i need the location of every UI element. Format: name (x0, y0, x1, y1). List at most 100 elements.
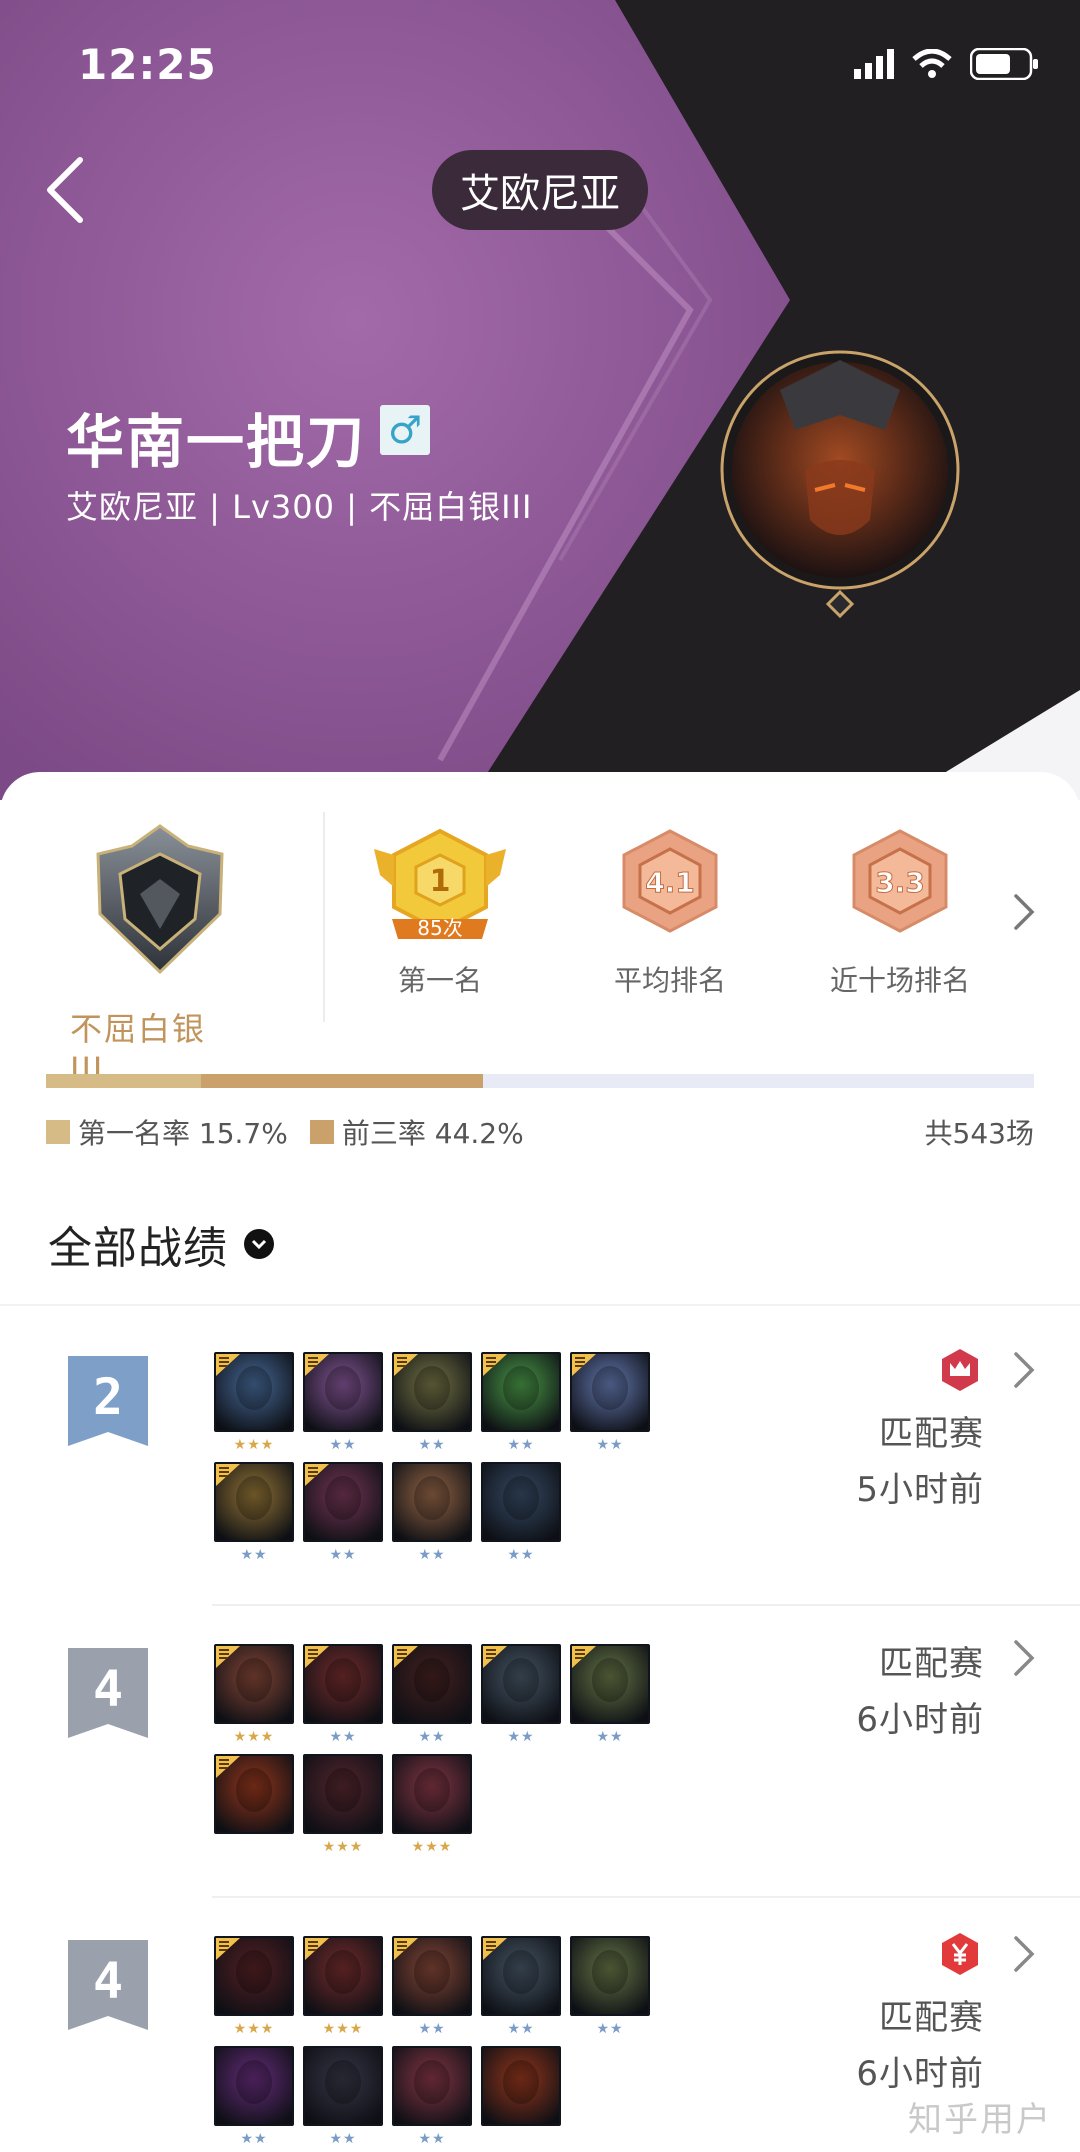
champion-portrait (481, 1644, 561, 1724)
champion-portrait (303, 1462, 383, 1542)
champion-unit[interactable]: ★★★ (303, 1754, 383, 1858)
champion-portrait (214, 1754, 294, 1834)
silver-rank-emblem-icon (96, 824, 224, 974)
match-history-filter[interactable]: 全部战绩 (48, 1212, 274, 1276)
champion-unit[interactable]: ★★ (481, 1352, 561, 1456)
placement-badge: 2 (68, 1356, 148, 1446)
star-level-icon: ★★ (329, 2131, 357, 2147)
placement-number: 4 (93, 1952, 123, 2010)
star-level-icon: ★★ (418, 2131, 446, 2147)
champion-portrait (214, 1644, 294, 1724)
player-name: 华南一把刀 (66, 408, 367, 476)
status-icons (854, 48, 1040, 80)
champion-unit[interactable]: ★★ (214, 2046, 294, 2150)
champion-portrait (214, 1352, 294, 1432)
match-time: 5小时前 (856, 1470, 984, 1510)
star-level-icon: ★★ (329, 1729, 357, 1745)
placement-badge: 4 (68, 1648, 148, 1738)
stat-recent-ten-rank[interactable]: 3.3 近十场排名 (810, 827, 990, 999)
champion-unit[interactable]: ★★ (570, 1936, 650, 2040)
stat-average-rank[interactable]: 4.1 平均排名 (580, 827, 760, 999)
champion-unit[interactable]: ★★ (303, 1644, 383, 1748)
star-level-icon: ★★ (596, 1729, 624, 1745)
back-button[interactable] (40, 150, 100, 230)
champion-unit[interactable] (214, 1754, 294, 1858)
star-level-icon: ★★ (240, 1547, 268, 1563)
top-three-rate-fill (201, 1074, 483, 1088)
champion-unit[interactable]: ★★ (570, 1352, 650, 1456)
chevron-down-icon (244, 1229, 274, 1259)
first-place-badge-value: 1 (430, 864, 451, 899)
profile-hero: 12:25 艾欧尼亚 华南一把刀 ♂ 艾欧尼亚 | Lv300 | 不屈白银II… (0, 0, 1080, 800)
star-level-icon: ★★★ (411, 1839, 453, 1855)
champion-portrait (570, 1352, 650, 1432)
champion-unit[interactable]: ★★ (392, 2046, 472, 2150)
chevron-right-icon[interactable] (1012, 1934, 1036, 1974)
champion-unit[interactable]: ★★ (481, 1936, 561, 2040)
player-subtitle: 艾欧尼亚 | Lv300 | 不屈白银III (66, 488, 533, 526)
player-avatar[interactable] (720, 320, 960, 620)
row-divider (212, 1604, 1080, 1606)
star-level-icon: ★★ (507, 2021, 535, 2037)
region-selector[interactable]: 艾欧尼亚 (432, 150, 648, 230)
watermark-text: 知乎用户 (908, 2100, 1052, 2140)
champion-unit[interactable]: ★★ (303, 1352, 383, 1456)
champion-portrait (303, 2046, 383, 2126)
champion-unit[interactable]: ★★ (392, 1936, 472, 2040)
stat-first-place[interactable]: 1 85次 第一名 (350, 827, 530, 999)
champion-unit[interactable]: ★★ (392, 1644, 472, 1748)
champion-unit[interactable]: ★★ (481, 1644, 561, 1748)
stat-label: 第一名 (397, 964, 482, 997)
champion-unit[interactable]: ★★★ (214, 1644, 294, 1748)
match-time: 6小时前 (856, 1700, 984, 1740)
champion-portrait (303, 1754, 383, 1834)
champion-unit[interactable]: ★★★ (392, 1754, 472, 1858)
champion-unit[interactable]: ★★★ (214, 1352, 294, 1456)
battery-icon (970, 48, 1038, 80)
star-level-icon: ★★★ (322, 2021, 364, 2037)
chevron-right-icon[interactable] (1012, 1638, 1036, 1678)
champion-unit[interactable]: ★★ (303, 1462, 383, 1566)
champion-unit[interactable]: ★★★ (214, 1936, 294, 2040)
star-level-icon: ★★ (418, 1437, 446, 1453)
champion-unit[interactable]: ★★★ (303, 1936, 383, 2040)
star-level-icon: ★★ (507, 1729, 535, 1745)
top3-rate-label: 前三率 44.2% (341, 1117, 524, 1150)
champion-unit[interactable]: ★★ (214, 1462, 294, 1566)
star-level-icon: ★★ (596, 2021, 624, 2037)
placement-number: 4 (93, 1660, 123, 1718)
star-level-icon: ★★ (240, 2131, 268, 2147)
champion-portrait (481, 1462, 561, 1542)
star-level-icon: ★★★ (233, 1729, 275, 1745)
rate-legend: 第一名率 15.7% 前三率 44.2% (46, 1112, 524, 1152)
chevron-right-icon[interactable] (1012, 1350, 1036, 1390)
match-row[interactable]: 2 ★★★ ★★ ★★ ★★ ★★ ★★ ★★ ★★ ★★ 匹配赛 5小时前 (0, 1316, 1080, 1606)
currency-hexagon-icon (942, 1933, 978, 1975)
champion-unit[interactable]: ★★ (392, 1462, 472, 1566)
row-divider (212, 1896, 1080, 1898)
crown-hexagon-icon (942, 1349, 978, 1391)
match-row[interactable]: 4 ★★★ ★★ ★★ ★★ ★★ ★★★ ★★★ 匹配赛 6小时前 (0, 1608, 1080, 1898)
champion-unit[interactable]: ★★ (303, 2046, 383, 2150)
section-divider (0, 1304, 1080, 1306)
champion-portrait (392, 1936, 472, 2016)
champion-portrait (392, 2046, 472, 2126)
first-place-count: 85次 (417, 916, 462, 940)
champion-portrait (303, 1352, 383, 1432)
stats-card: 不屈白银 III 1 85次 第一名 4.1 平均排名 3.3 近十场排名 第一… (0, 772, 1080, 2152)
champion-portrait (570, 1644, 650, 1724)
champion-portrait (392, 1352, 472, 1432)
match-mode: 匹配赛 (879, 1644, 984, 1684)
match-mode: 匹配赛 (879, 1998, 984, 2038)
champion-unit[interactable]: ★★ (481, 1462, 561, 1566)
star-level-icon: ★★★ (233, 1437, 275, 1453)
star-level-icon: ★★★ (233, 2021, 275, 2037)
champion-unit[interactable]: ★★ (392, 1352, 472, 1456)
stat-label: 近十场排名 (829, 964, 970, 997)
champion-unit[interactable]: ★★ (570, 1644, 650, 1748)
vertical-divider (323, 812, 325, 1022)
chevron-right-icon[interactable] (1012, 892, 1036, 932)
champion-unit[interactable] (481, 2046, 561, 2150)
status-time: 12:25 (78, 40, 217, 89)
first-rate-swatch (46, 1120, 70, 1144)
